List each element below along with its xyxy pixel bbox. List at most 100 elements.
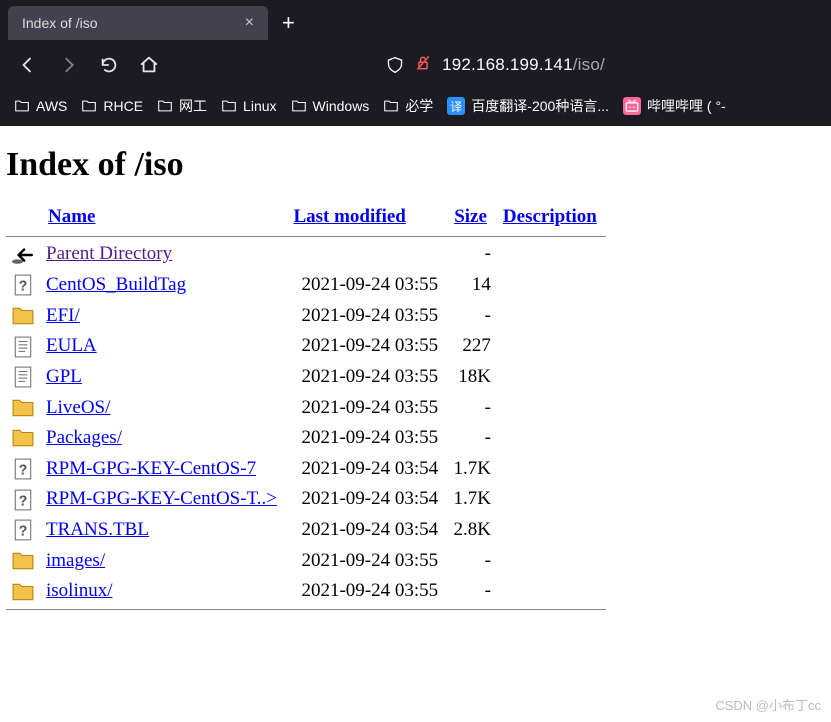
bookmark-label: Windows bbox=[313, 98, 370, 114]
file-link[interactable]: Packages/ bbox=[46, 427, 122, 448]
file-size: - bbox=[446, 392, 495, 423]
file-size: 18K bbox=[446, 362, 495, 393]
file-link[interactable]: CentOS_BuildTag bbox=[46, 274, 186, 295]
bookmark-item[interactable]: Windows bbox=[291, 98, 370, 114]
bookmark-item[interactable]: 网工 bbox=[157, 96, 207, 116]
bookmark-item[interactable]: 译百度翻译-200种语言... bbox=[447, 96, 609, 116]
tab-title: Index of /iso bbox=[22, 15, 98, 31]
close-icon[interactable]: × bbox=[245, 14, 254, 32]
file-size: - bbox=[446, 423, 495, 454]
row-icon bbox=[6, 239, 40, 270]
bookmark-item[interactable]: AWS bbox=[14, 98, 67, 114]
tab-strip: Index of /iso × + bbox=[0, 0, 831, 40]
home-button[interactable] bbox=[132, 48, 166, 82]
url-text: 192.168.199.141/iso/ bbox=[442, 55, 605, 75]
file-modified bbox=[285, 239, 445, 270]
row-icon bbox=[6, 331, 40, 362]
file-modified: 2021-09-24 03:54 bbox=[285, 515, 445, 546]
directory-listing: Name Last modified Size Description Pare… bbox=[6, 202, 606, 612]
table-row: Parent Directory - bbox=[6, 239, 606, 270]
col-size[interactable]: Size bbox=[446, 202, 495, 234]
file-link[interactable]: TRANS.TBL bbox=[46, 519, 149, 540]
file-link[interactable]: RPM-GPG-KEY-CentOS-T..> bbox=[46, 488, 277, 509]
file-link[interactable]: isolinux/ bbox=[46, 580, 113, 601]
file-size: - bbox=[446, 300, 495, 331]
row-icon bbox=[6, 392, 40, 423]
row-icon bbox=[6, 515, 40, 546]
table-row: TRANS.TBL 2021-09-24 03:542.8K bbox=[6, 515, 606, 546]
bookmark-label: 哔哩哔哩 ( °- bbox=[647, 96, 726, 116]
row-icon bbox=[6, 576, 40, 607]
file-link[interactable]: EULA bbox=[46, 335, 97, 356]
col-modified[interactable]: Last modified bbox=[285, 202, 445, 234]
bilibili-icon bbox=[623, 97, 641, 115]
file-modified: 2021-09-24 03:55 bbox=[285, 362, 445, 393]
table-row: LiveOS/2021-09-24 03:55- bbox=[6, 392, 606, 423]
bookmark-label: RHCE bbox=[103, 98, 143, 114]
bookmark-label: 百度翻译-200种语言... bbox=[471, 96, 609, 116]
row-icon bbox=[6, 300, 40, 331]
bookmark-label: Linux bbox=[243, 98, 276, 114]
bookmark-item[interactable]: RHCE bbox=[81, 98, 143, 114]
row-icon bbox=[6, 362, 40, 393]
file-link[interactable]: Parent Directory bbox=[46, 243, 172, 264]
folder-icon bbox=[81, 99, 97, 113]
bookmark-label: AWS bbox=[36, 98, 67, 114]
col-desc[interactable]: Description bbox=[495, 202, 606, 234]
table-row: EULA2021-09-24 03:55227 bbox=[6, 331, 606, 362]
bookmark-label: 网工 bbox=[179, 96, 207, 116]
forward-button[interactable] bbox=[52, 48, 86, 82]
file-link[interactable]: EFI/ bbox=[46, 305, 80, 326]
row-icon bbox=[6, 545, 40, 576]
folder-icon bbox=[383, 99, 399, 113]
folder-icon bbox=[221, 99, 237, 113]
file-modified: 2021-09-24 03:54 bbox=[285, 453, 445, 484]
new-tab-button[interactable]: + bbox=[276, 10, 301, 36]
file-modified: 2021-09-24 03:55 bbox=[285, 545, 445, 576]
file-size: 227 bbox=[446, 331, 495, 362]
folder-icon bbox=[291, 99, 307, 113]
browser-tab[interactable]: Index of /iso × bbox=[8, 6, 268, 40]
file-modified: 2021-09-24 03:55 bbox=[285, 576, 445, 607]
table-row: GPL 2021-09-24 03:5518K bbox=[6, 362, 606, 393]
table-row: isolinux/2021-09-24 03:55- bbox=[6, 576, 606, 607]
file-modified: 2021-09-24 03:54 bbox=[285, 484, 445, 515]
file-modified: 2021-09-24 03:55 bbox=[285, 423, 445, 454]
file-size: 14 bbox=[446, 270, 495, 301]
watermark: CSDN @小布丁cc bbox=[715, 695, 821, 714]
reload-button[interactable] bbox=[92, 48, 126, 82]
page-title: Index of /iso bbox=[6, 146, 825, 184]
url-bar[interactable]: 192.168.199.141/iso/ bbox=[378, 50, 613, 81]
row-icon bbox=[6, 453, 40, 484]
translate-icon: 译 bbox=[447, 97, 465, 115]
bookmark-item[interactable]: 哔哩哔哩 ( °- bbox=[623, 96, 726, 116]
file-size: 1.7K bbox=[446, 484, 495, 515]
file-size: - bbox=[446, 576, 495, 607]
table-row: images/2021-09-24 03:55- bbox=[6, 545, 606, 576]
col-name[interactable]: Name bbox=[40, 202, 285, 234]
file-modified: 2021-09-24 03:55 bbox=[285, 300, 445, 331]
file-size: 1.7K bbox=[446, 453, 495, 484]
toolbar: 192.168.199.141/iso/ bbox=[0, 40, 831, 90]
file-link[interactable]: LiveOS/ bbox=[46, 397, 110, 418]
table-row: Packages/2021-09-24 03:55- bbox=[6, 423, 606, 454]
file-modified: 2021-09-24 03:55 bbox=[285, 392, 445, 423]
back-button[interactable] bbox=[12, 48, 46, 82]
insecure-lock-icon bbox=[414, 54, 432, 77]
file-size: 2.8K bbox=[446, 515, 495, 546]
file-link[interactable]: GPL bbox=[46, 366, 82, 387]
shield-icon bbox=[386, 56, 404, 74]
bookmark-label: 必学 bbox=[405, 96, 433, 116]
bookmark-item[interactable]: Linux bbox=[221, 98, 276, 114]
table-row: RPM-GPG-KEY-CentOS-T..> 2021-09-24 03:541… bbox=[6, 484, 606, 515]
bookmarks-bar: AWS RHCE 网工 Linux Windows 必学译百度翻译-200种语言... 哔哩… bbox=[0, 90, 831, 126]
file-link[interactable]: RPM-GPG-KEY-CentOS-7 bbox=[46, 458, 256, 479]
row-icon bbox=[6, 484, 40, 515]
row-icon bbox=[6, 423, 40, 454]
bookmark-item[interactable]: 必学 bbox=[383, 96, 433, 116]
file-modified: 2021-09-24 03:55 bbox=[285, 270, 445, 301]
file-size: - bbox=[446, 239, 495, 270]
folder-icon bbox=[14, 99, 30, 113]
file-link[interactable]: images/ bbox=[46, 550, 105, 571]
file-size: - bbox=[446, 545, 495, 576]
